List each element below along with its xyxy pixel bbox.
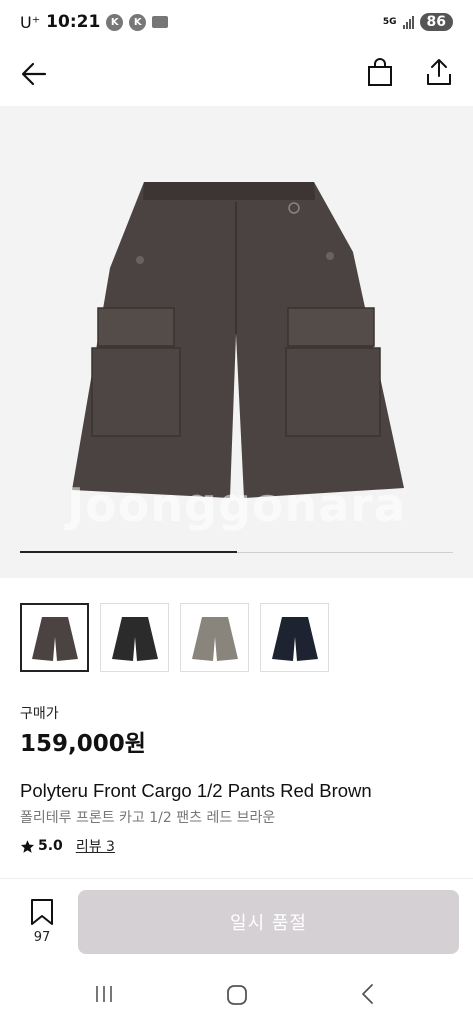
image-progress-indicator xyxy=(20,551,237,553)
bookmark-button[interactable]: 97 xyxy=(20,898,64,945)
message-icon xyxy=(152,16,169,28)
shopping-bag-icon[interactable] xyxy=(364,57,396,89)
product-image-carousel[interactable]: Joonggonara xyxy=(0,106,473,578)
sold-out-button[interactable]: 일시 품절 xyxy=(78,890,459,954)
watermark-text: Joonggonara xyxy=(66,478,407,532)
review-link[interactable]: 리뷰 3 xyxy=(76,836,115,856)
kakaotalk-icon: K xyxy=(129,13,147,31)
status-right: 5G 86 xyxy=(383,13,453,31)
rating-row: 5.0 리뷰 3 xyxy=(20,836,115,856)
back-arrow-icon[interactable] xyxy=(18,58,50,90)
kakaotalk-icon: K xyxy=(106,13,124,31)
signal-icon xyxy=(402,15,414,29)
thumbnail-navy[interactable] xyxy=(260,603,329,672)
share-icon[interactable] xyxy=(423,56,455,88)
image-progress-track xyxy=(20,551,453,553)
network-label: 5G xyxy=(382,16,397,27)
price-value: 159,000원 xyxy=(20,731,146,757)
divider xyxy=(0,878,473,879)
battery-indicator: 86 xyxy=(419,13,453,31)
thumbnail-strip xyxy=(20,603,329,672)
product-title-ko: 폴리테루 프론트 카고 1/2 팬츠 레드 브라운 xyxy=(20,810,276,826)
recent-apps-icon[interactable] xyxy=(94,984,114,1004)
home-icon[interactable] xyxy=(226,984,248,1006)
system-nav-bar xyxy=(0,970,473,1024)
thumbnail-grey-beige[interactable] xyxy=(180,603,249,672)
bookmark-count: 97 xyxy=(33,930,51,945)
star-icon xyxy=(20,839,35,853)
app-header xyxy=(0,44,473,104)
carrier-label: U⁺ xyxy=(20,12,41,32)
thumbnail-black[interactable] xyxy=(100,603,169,672)
price-label: 구매가 xyxy=(20,706,59,722)
bookmark-icon xyxy=(31,899,53,925)
clock: 10:21 xyxy=(46,12,101,32)
status-bar: U⁺ 10:21 K K 5G 86 xyxy=(0,0,473,44)
back-icon[interactable] xyxy=(358,983,378,1005)
thumbnail-red-brown[interactable] xyxy=(20,603,89,672)
status-left: U⁺ 10:21 K K xyxy=(20,12,169,32)
cargo-shorts-image xyxy=(72,182,404,498)
product-title-en: Polyteru Front Cargo 1/2 Pants Red Brown xyxy=(20,780,372,801)
rating-score: 5.0 xyxy=(38,838,63,854)
